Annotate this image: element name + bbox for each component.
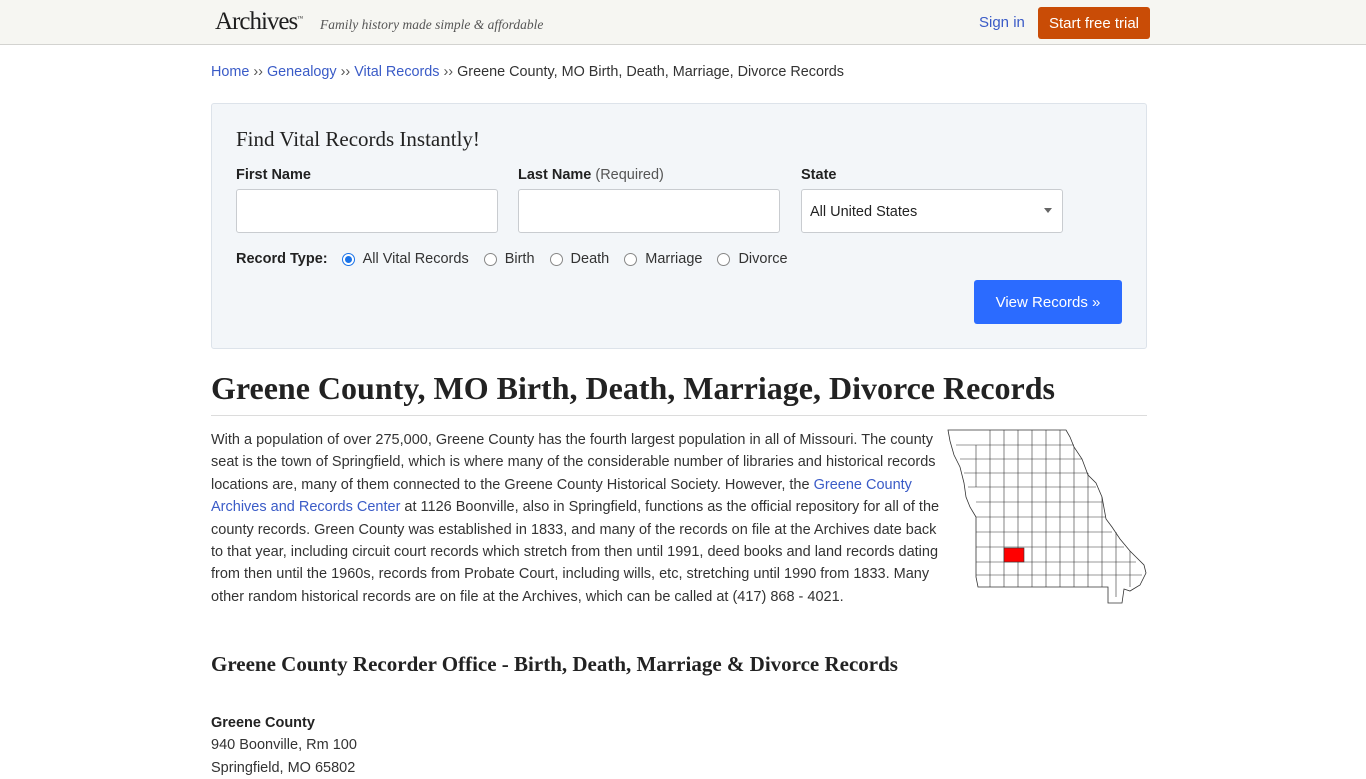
required-note: (Required) (595, 167, 664, 183)
breadcrumb-separator: ›› (340, 64, 351, 80)
radio-divorce[interactable]: Divorce (717, 251, 788, 267)
recorder-office-heading: Greene County Recorder Office - Birth, D… (211, 652, 898, 676)
first-name-input[interactable] (236, 189, 498, 233)
radio-birth[interactable]: Birth (483, 251, 535, 267)
radio-label: Death (570, 251, 610, 267)
archives-logo[interactable]: Archives™ (215, 8, 303, 36)
search-form: Find Vital Records Instantly! First Name… (211, 103, 1147, 349)
office-address-line-1: 940 Boonville, Rm 100 (211, 737, 357, 754)
state-select[interactable]: All United States (801, 189, 1063, 233)
state-label: State (801, 167, 836, 183)
radio-label: Marriage (645, 251, 703, 267)
view-records-button[interactable]: View Records » (974, 280, 1122, 324)
radio-all-vital-records[interactable]: All Vital Records (341, 251, 469, 267)
last-name-label-text: Last Name (518, 167, 592, 183)
radio-button[interactable] (717, 252, 731, 266)
radio-button[interactable] (483, 252, 497, 266)
radio-death[interactable]: Death (549, 251, 610, 267)
radio-button-checked[interactable] (341, 252, 355, 266)
sign-in-link[interactable]: Sign in (979, 14, 1025, 31)
missouri-county-map (947, 429, 1147, 604)
radio-marriage[interactable]: Marriage (624, 251, 702, 267)
breadcrumb-genealogy[interactable]: Genealogy (267, 64, 337, 80)
radio-label: All Vital Records (362, 251, 469, 267)
first-name-label-text: First Name (236, 167, 311, 183)
last-name-label: Last Name (Required) (518, 167, 664, 183)
start-free-trial-button[interactable]: Start free trial (1038, 7, 1150, 39)
radio-button[interactable] (549, 252, 563, 266)
office-address-block: Greene County 940 Boonville, Rm 100 Spri… (211, 712, 1147, 779)
record-type-group: Record Type: All Vital Records Birth Dea… (236, 251, 803, 267)
breadcrumb-current: Greene County, MO Birth, Death, Marriage… (457, 64, 844, 80)
breadcrumb-vital-records[interactable]: Vital Records (354, 64, 439, 80)
breadcrumb-separator: ›› (443, 64, 454, 80)
greene-county-highlight (1003, 547, 1025, 563)
intro-paragraph: With a population of over 275,000, Green… (211, 429, 941, 608)
page-title: Greene County, MO Birth, Death, Marriage… (211, 370, 1147, 416)
breadcrumb-separator: ›› (253, 64, 263, 80)
office-name: Greene County (211, 715, 315, 731)
record-type-label: Record Type: (236, 251, 328, 267)
first-name-label: First Name (236, 167, 311, 183)
state-select-value: All United States (810, 204, 918, 220)
last-name-input[interactable] (518, 189, 780, 233)
search-form-title: Find Vital Records Instantly! (236, 127, 480, 151)
radio-label: Birth (504, 251, 535, 267)
state-label-text: State (801, 167, 837, 183)
radio-button[interactable] (624, 252, 638, 266)
trademark-symbol: ™ (297, 16, 304, 22)
chevron-down-icon (1044, 208, 1052, 213)
tagline: Family history made simple & affordable (320, 17, 544, 32)
radio-label: Divorce (738, 251, 788, 267)
breadcrumb: Home ›› Genealogy ›› Vital Records ›› Greene C… (211, 64, 1147, 80)
top-navigation-bar: Archives™ Family history made simple & a… (0, 0, 1366, 45)
state-outline (947, 429, 1147, 604)
logo-text: Archives (215, 8, 298, 35)
breadcrumb-home[interactable]: Home (211, 64, 249, 80)
